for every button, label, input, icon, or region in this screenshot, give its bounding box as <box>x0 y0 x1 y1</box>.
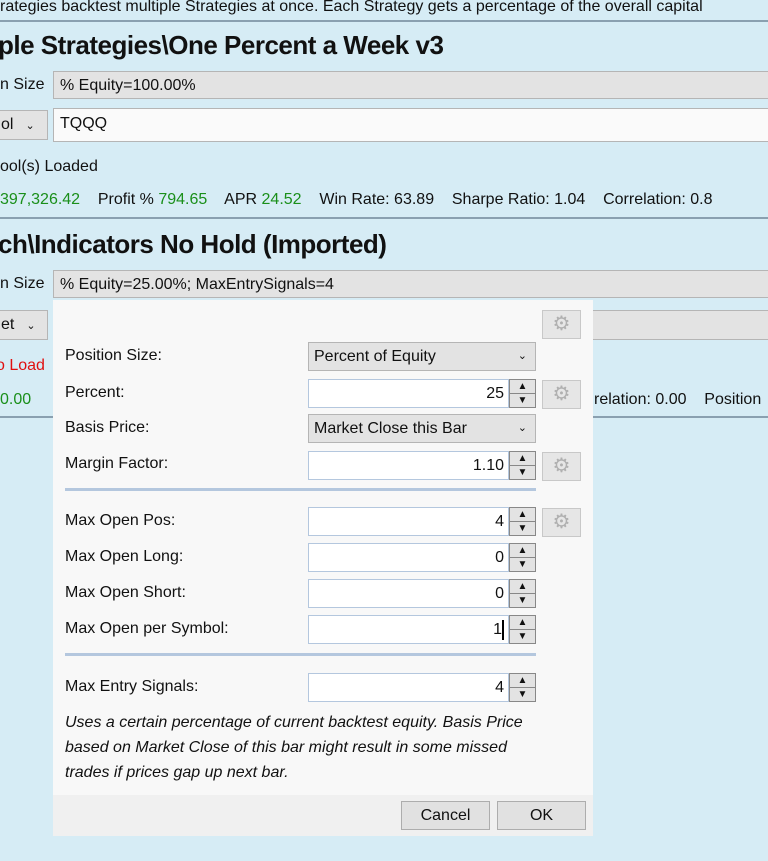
max-open-long-label: Max Open Long: <box>65 548 184 565</box>
percent-spinner[interactable]: ▲ ▼ <box>509 379 536 408</box>
symbol-type-dropdown[interactable]: ol ⌄ <box>0 110 48 140</box>
spin-up-icon[interactable]: ▲ <box>510 544 535 558</box>
spin-up-icon[interactable]: ▲ <box>510 508 535 522</box>
text-caret <box>502 619 504 640</box>
help-text: Uses a certain percentage of current bac… <box>65 714 523 781</box>
max-open-pos-label: Max Open Pos: <box>65 512 176 529</box>
max-open-per-symbol-label: Max Open per Symbol: <box>65 620 229 637</box>
description-text: rategies backtest multiple Strategies at… <box>0 0 768 20</box>
symbol-type-dropdown[interactable]: et ⌄ <box>0 310 48 340</box>
chevron-down-icon: ⌄ <box>26 320 36 332</box>
max-open-short-label: Max Open Short: <box>65 584 186 601</box>
spin-up-icon[interactable]: ▲ <box>510 580 535 594</box>
spin-down-icon[interactable]: ▼ <box>510 558 535 571</box>
position-size-dialog: ⚙ Position Size: Percent of Equity ⌄ Perc… <box>53 300 593 836</box>
chevron-down-icon: ⌄ <box>25 120 35 132</box>
position-label: Position <box>704 391 762 408</box>
strategy-title: ch\Indicators No Hold (Imported) <box>0 229 387 259</box>
gear-icon[interactable]: ⚙ <box>542 508 581 537</box>
spin-up-icon[interactable]: ▲ <box>510 616 535 630</box>
apr-label: APR <box>224 191 258 208</box>
divider <box>65 488 536 491</box>
max-open-short-spinner[interactable]: ▲ ▼ <box>509 579 536 608</box>
dropdown-label: ol <box>1 116 14 133</box>
cancel-button[interactable]: Cancel <box>401 801 490 830</box>
margin-factor-input[interactable]: 1.10 <box>308 451 509 480</box>
spin-down-icon[interactable]: ▼ <box>510 630 535 643</box>
max-open-per-symbol-input[interactable]: 1 <box>308 615 509 644</box>
loaded-status: ool(s) Loaded <box>0 158 98 175</box>
max-entry-signals-label: Max Entry Signals: <box>65 678 199 695</box>
spin-down-icon[interactable]: ▼ <box>510 466 535 479</box>
basis-price-select[interactable]: Market Close this Bar ⌄ <box>308 414 536 443</box>
margin-factor-spinner[interactable]: ▲ ▼ <box>509 451 536 480</box>
spin-down-icon[interactable]: ▼ <box>510 594 535 607</box>
percent-input[interactable]: 25 <box>308 379 509 408</box>
position-size-field[interactable]: % Equity=25.00%; MaxEntrySignals=4 <box>53 270 768 298</box>
percent-label: Percent: <box>65 384 125 401</box>
chevron-down-icon: ⌄ <box>517 350 527 362</box>
profit-value: 397,326.42 <box>0 191 81 208</box>
max-open-per-symbol-spinner[interactable]: ▲ ▼ <box>509 615 536 644</box>
correlation: Correlation: 0.8 <box>603 191 713 208</box>
profit-pct-label: Profit % <box>97 191 154 208</box>
spin-down-icon[interactable]: ▼ <box>510 522 535 535</box>
divider <box>0 217 768 219</box>
gear-icon[interactable]: ⚙ <box>542 310 581 339</box>
input-value: 1 <box>493 621 502 638</box>
position-size-label: n Size <box>0 275 45 292</box>
max-open-short-input[interactable]: 0 <box>308 579 509 608</box>
chevron-down-icon: ⌄ <box>517 422 527 434</box>
spin-up-icon[interactable]: ▲ <box>510 452 535 466</box>
max-entry-signals-input[interactable]: 4 <box>308 673 509 702</box>
profit-pct-value: 794.65 <box>158 191 208 208</box>
max-open-pos-input[interactable]: 4 <box>308 507 509 536</box>
max-open-long-spinner[interactable]: ▲ ▼ <box>509 543 536 572</box>
metrics-row: relation: 0.00 Position <box>594 391 761 409</box>
win-rate: Win Rate: 63.89 <box>319 191 435 208</box>
select-value: Percent of Equity <box>314 348 436 365</box>
correlation: relation: 0.00 <box>594 391 687 408</box>
gear-icon[interactable]: ⚙ <box>542 452 581 481</box>
max-entry-signals-spinner[interactable]: ▲ ▼ <box>509 673 536 702</box>
profit-value: 0.00 <box>0 391 32 408</box>
position-size-label: n Size <box>0 76 45 93</box>
dropdown-label: et <box>1 316 15 333</box>
position-size-label: Position Size: <box>65 347 162 364</box>
select-value: Market Close this Bar <box>314 420 467 437</box>
margin-factor-label: Margin Factor: <box>65 455 169 472</box>
metrics-row: 397,326.42 Profit % 794.65 APR 24.52 Win… <box>0 191 712 209</box>
position-size-field[interactable]: % Equity=100.00% <box>53 71 768 99</box>
strategy-title: ple Strategies\One Percent a Week v3 <box>0 30 444 60</box>
spin-up-icon[interactable]: ▲ <box>510 380 535 394</box>
loaded-status: o Load <box>0 357 45 374</box>
max-open-pos-spinner[interactable]: ▲ ▼ <box>509 507 536 536</box>
gear-icon[interactable]: ⚙ <box>542 380 581 409</box>
spin-down-icon[interactable]: ▼ <box>510 688 535 701</box>
spin-up-icon[interactable]: ▲ <box>510 674 535 688</box>
apr-value: 24.52 <box>261 191 302 208</box>
position-size-select[interactable]: Percent of Equity ⌄ <box>308 342 536 371</box>
ok-button[interactable]: OK <box>497 801 586 830</box>
max-open-long-input[interactable]: 0 <box>308 543 509 572</box>
sharpe-ratio: Sharpe Ratio: 1.04 <box>451 191 586 208</box>
divider <box>0 20 768 22</box>
divider <box>65 653 536 656</box>
spin-down-icon[interactable]: ▼ <box>510 394 535 407</box>
symbol-input[interactable]: TQQQ <box>53 108 768 142</box>
basis-price-label: Basis Price: <box>65 419 150 436</box>
